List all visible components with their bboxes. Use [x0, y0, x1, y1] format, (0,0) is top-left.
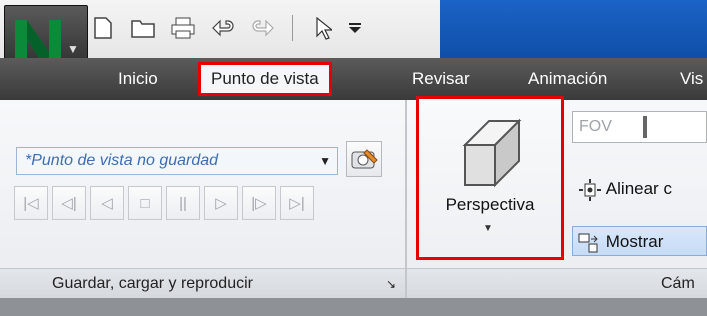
first-frame-icon[interactable]: |◁	[14, 186, 48, 220]
ribbon-body: *Punto de vista no guardad ▼ |◁ ◁| ◁ □ |…	[0, 96, 707, 316]
toolbar-separator	[292, 15, 293, 41]
camera-settings-icon	[351, 149, 378, 169]
tab-punto-de-vista[interactable]: Punto de vista	[198, 62, 332, 96]
show-tilt-icon	[578, 233, 598, 253]
tab-animacion[interactable]: Animación	[518, 64, 617, 94]
ribbon-tab-bar: Inicio Punto de vista Revisar Animación …	[0, 58, 707, 100]
new-file-icon[interactable]	[88, 13, 118, 43]
redo-icon[interactable]	[248, 13, 278, 43]
show-tilt-button[interactable]: Mostrar	[572, 226, 707, 256]
align-camera-label: Alinear c	[605, 179, 672, 198]
step-back-icon[interactable]: ◁|	[52, 186, 86, 220]
tab-revisar[interactable]: Revisar	[402, 64, 480, 94]
viewpoint-value: *Punto de vista no guardad	[25, 152, 219, 169]
play-reverse-icon[interactable]: ◁	[90, 186, 124, 220]
customize-dropdown-icon[interactable]	[347, 13, 363, 43]
fov-input[interactable]: FOV	[572, 111, 707, 143]
panel-title: Cám	[661, 275, 695, 292]
pause-icon[interactable]: ||	[166, 186, 200, 220]
title-bar-caption-area	[440, 0, 707, 58]
select-cursor-icon[interactable]	[307, 13, 337, 43]
panel-title: Guardar, cargar y reproducir	[52, 275, 253, 292]
panel-label-camera[interactable]: Cám	[407, 268, 707, 299]
perspective-label: Perspectiva	[445, 195, 535, 214]
undo-icon[interactable]	[208, 13, 238, 43]
play-icon[interactable]: ▷	[204, 186, 238, 220]
tab-inicio[interactable]: Inicio	[108, 64, 168, 94]
text-cursor	[643, 116, 647, 138]
step-forward-icon[interactable]: |▷	[242, 186, 276, 220]
print-icon[interactable]	[168, 13, 198, 43]
tab-vista[interactable]: Vis	[670, 64, 707, 94]
last-frame-icon[interactable]: ▷|	[280, 186, 314, 220]
align-camera-icon	[579, 178, 601, 201]
show-label: Mostrar	[605, 232, 664, 251]
quick-access-toolbar	[88, 10, 373, 46]
align-camera-button[interactable]: Alinear c	[578, 174, 672, 204]
chevron-down-icon: ▼	[483, 223, 493, 234]
manage-viewpoints-button[interactable]	[346, 141, 382, 177]
ribbon-bottom-border	[0, 298, 707, 316]
title-bar	[0, 0, 707, 58]
playback-controls: |◁ ◁| ◁ □ || ▷ |▷ ▷|	[14, 186, 318, 220]
open-folder-icon[interactable]	[128, 13, 158, 43]
chevron-down-icon: ▼	[319, 154, 331, 168]
panel-expand-icon[interactable]: ↘	[386, 269, 396, 299]
saved-viewpoints-dropdown[interactable]: *Punto de vista no guardad ▼	[16, 147, 338, 175]
perspective-box-icon	[462, 118, 522, 188]
perspective-button[interactable]: Perspectiva ▼	[416, 96, 564, 260]
fov-placeholder: FOV	[579, 118, 612, 135]
chevron-down-icon: ▼	[67, 42, 79, 56]
stop-icon[interactable]: □	[128, 186, 162, 220]
panel-label-save-load[interactable]: Guardar, cargar y reproducir ↘	[0, 268, 405, 299]
